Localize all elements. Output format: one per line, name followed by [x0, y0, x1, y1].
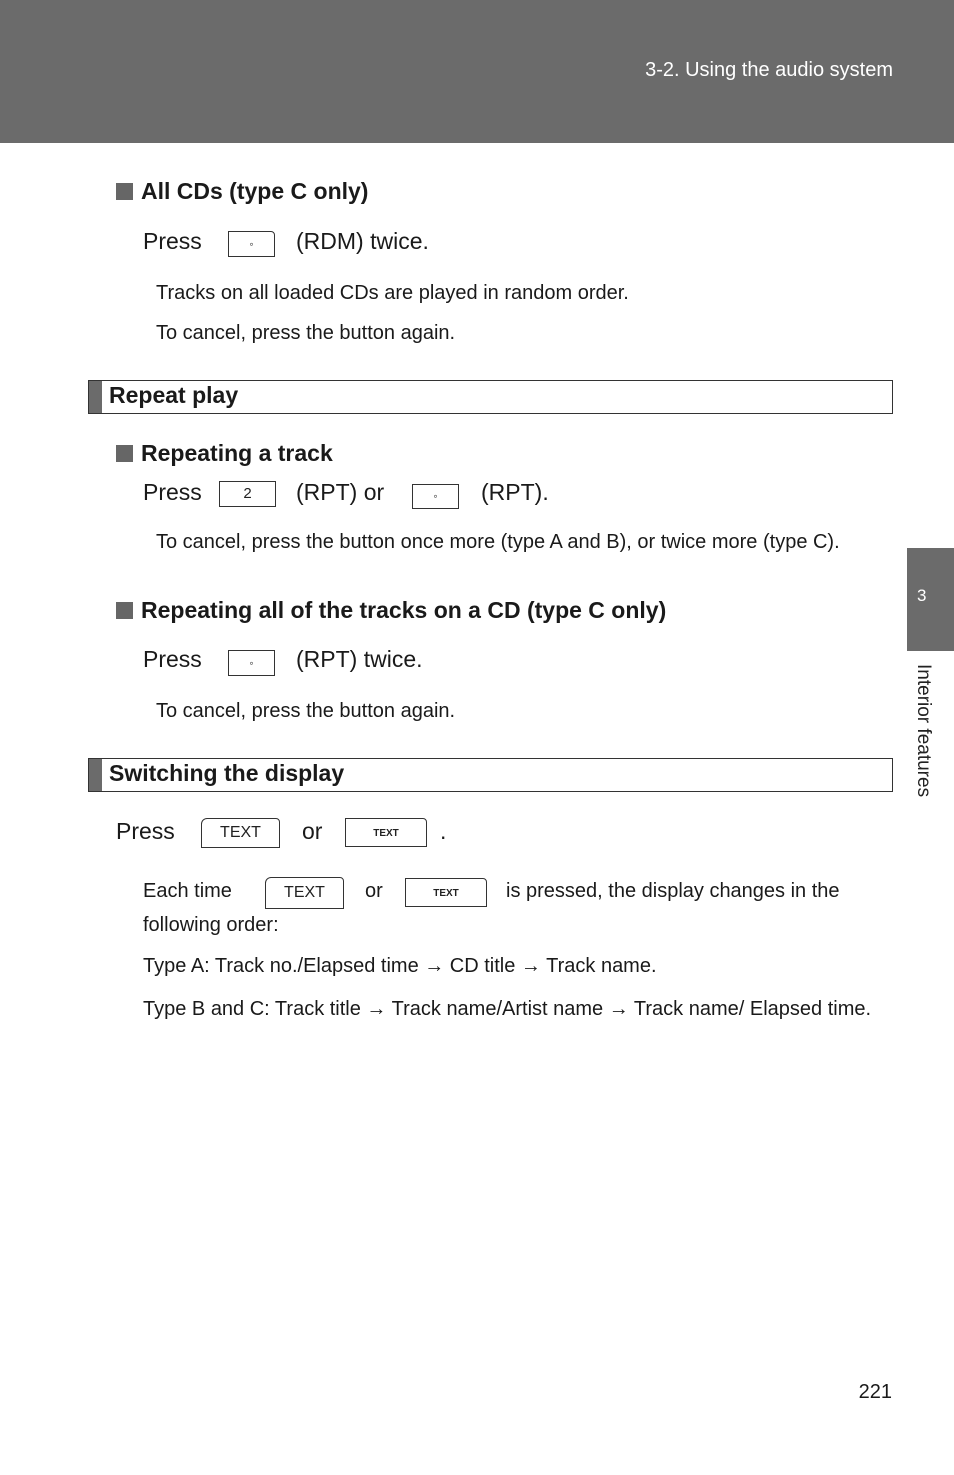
- rpt-text: (RPT).: [481, 479, 549, 505]
- rdm-button-icon: ◦: [228, 231, 275, 257]
- heading-text: All CDs (type C only): [141, 178, 369, 204]
- chapter-tab: [907, 548, 954, 651]
- all-cds-cancel-note: To cancel, press the button again.: [156, 322, 456, 344]
- press-label: Press: [143, 228, 202, 254]
- rpt-twice-text: (RPT) twice.: [296, 646, 423, 672]
- chapter-title: 3-2. Using the audio system: [645, 59, 893, 81]
- pressed-text: is pressed, the display changes in the: [506, 880, 840, 902]
- repeat-track-heading: Repeating a track: [116, 440, 333, 467]
- section-title: Switching the display: [109, 760, 345, 786]
- button-2-icon: 2: [219, 481, 276, 507]
- heading-text: Repeating all of the tracks on a CD (typ…: [141, 597, 667, 623]
- rpt-or-text: (RPT) or: [296, 479, 385, 505]
- type-a-order: Type A: Track no./Elapsed time → CD titl…: [143, 955, 657, 977]
- rpt-button-icon: ◦: [412, 484, 459, 509]
- all-cds-note: Tracks on all loaded CDs are played in r…: [156, 282, 629, 304]
- or-text: or: [302, 818, 323, 844]
- text-button-small-icon: TEXT: [405, 878, 487, 907]
- section-switching-display: Switching the display: [88, 758, 893, 792]
- rdm-instruction: (RDM) twice.: [296, 228, 429, 254]
- text-button-icon: TEXT: [265, 877, 344, 909]
- rpt-button-icon: ◦: [228, 650, 275, 676]
- repeat-all-note: To cancel, press the button again.: [156, 700, 456, 722]
- heading-text: Repeating a track: [141, 440, 333, 466]
- square-bullet-icon: [116, 183, 133, 200]
- press-label: Press: [116, 818, 175, 844]
- section-marker: [89, 381, 102, 413]
- each-time-text: Each time: [143, 880, 232, 902]
- square-bullet-icon: [116, 602, 133, 619]
- following-order-text: following order:: [143, 914, 279, 936]
- repeat-all-heading: Repeating all of the tracks on a CD (typ…: [116, 597, 666, 624]
- square-bullet-icon: [116, 445, 133, 462]
- press-label: Press: [143, 479, 202, 505]
- section-title: Repeat play: [109, 382, 239, 408]
- chapter-number: 3: [917, 586, 927, 605]
- section-repeat-play: Repeat play: [88, 380, 893, 414]
- chapter-label: Interior features: [913, 664, 934, 798]
- section-marker: [89, 759, 102, 791]
- all-cds-heading: All CDs (type C only): [116, 178, 368, 205]
- repeat-track-note: To cancel, press the button once more (t…: [156, 531, 840, 553]
- press-label: Press: [143, 646, 202, 672]
- text-button-icon: TEXT: [201, 818, 280, 848]
- text-button-small-icon: TEXT: [345, 818, 427, 847]
- page-number: 221: [858, 1381, 892, 1403]
- period: .: [440, 818, 447, 844]
- or-text: or: [365, 880, 383, 902]
- type-bc-order: Type B and C: Track title → Track name/A…: [143, 998, 872, 1020]
